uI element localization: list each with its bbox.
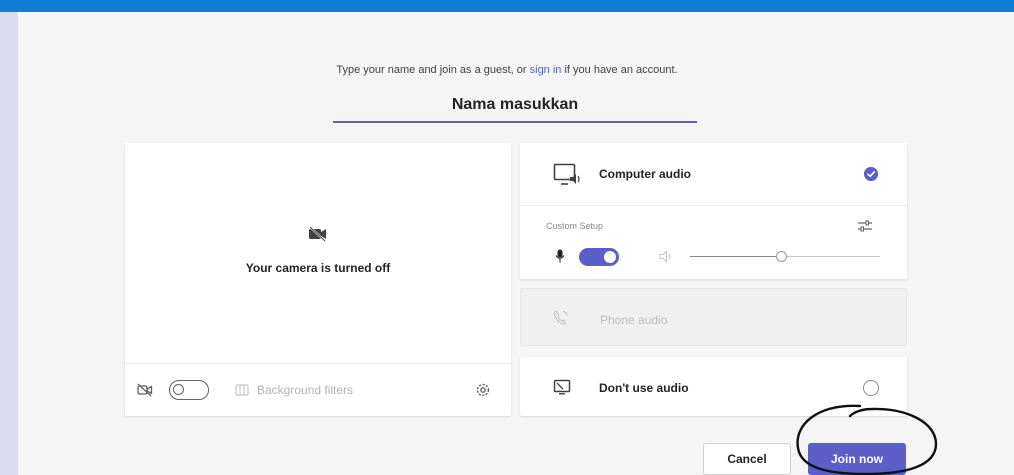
phone-icon	[553, 310, 568, 325]
audio-card-divider	[520, 205, 907, 206]
background-filters-button[interactable]: Background filters	[235, 380, 353, 400]
no-audio-option[interactable]: Don't use audio	[520, 357, 907, 416]
sidebar-strip	[0, 12, 18, 475]
computer-audio-icon	[553, 163, 580, 185]
custom-setup-label: Custom Setup	[546, 221, 604, 231]
guest-name-input[interactable]	[333, 88, 697, 123]
phone-audio-option[interactable]: Phone audio	[520, 288, 907, 346]
camera-toggle-knob	[173, 384, 184, 395]
computer-audio-selected-check-icon	[864, 167, 878, 181]
video-preview-area: Your camera is turned off	[125, 143, 511, 363]
join-prompt-text-before: Type your name and join as a guest, or	[336, 64, 530, 76]
no-audio-icon	[553, 379, 571, 395]
top-bar	[0, 0, 1014, 12]
sign-in-link[interactable]: sign in	[530, 64, 562, 76]
camera-status-text: Your camera is turned off	[245, 261, 391, 275]
video-camera-icon	[137, 383, 153, 397]
microphone-toggle[interactable]	[579, 248, 619, 266]
join-prompt-text-after: if you have an account.	[561, 64, 678, 76]
cancel-button[interactable]: Cancel	[703, 443, 791, 475]
computer-audio-label: Computer audio	[599, 167, 691, 181]
phone-audio-label: Phone audio	[600, 313, 668, 327]
camera-toggle[interactable]	[169, 380, 209, 400]
join-prompt: Type your name and join as a guest, or s…	[0, 64, 1014, 76]
no-audio-radio[interactable]	[863, 380, 879, 396]
speaker-volume-slider[interactable]	[690, 248, 880, 266]
settings-gear-icon[interactable]	[475, 382, 491, 398]
join-now-button[interactable]: Join now	[808, 443, 906, 475]
video-preview-panel: Your camera is turned off Background fil…	[125, 143, 511, 416]
microphone-icon	[555, 249, 565, 263]
computer-audio-card: Computer audio Custom Setup	[520, 143, 907, 279]
no-audio-label: Don't use audio	[599, 381, 689, 395]
microphone-toggle-knob	[604, 251, 616, 263]
background-filters-icon	[235, 384, 249, 396]
speaker-icon	[659, 250, 671, 263]
volume-thumb[interactable]	[776, 251, 788, 262]
video-controls-bar: Background filters	[125, 363, 511, 416]
volume-fill	[690, 256, 782, 257]
device-settings-icon[interactable]	[857, 219, 873, 233]
computer-audio-option[interactable]: Computer audio	[520, 143, 907, 205]
camera-off-icon	[309, 226, 326, 242]
background-filters-label: Background filters	[257, 383, 354, 397]
